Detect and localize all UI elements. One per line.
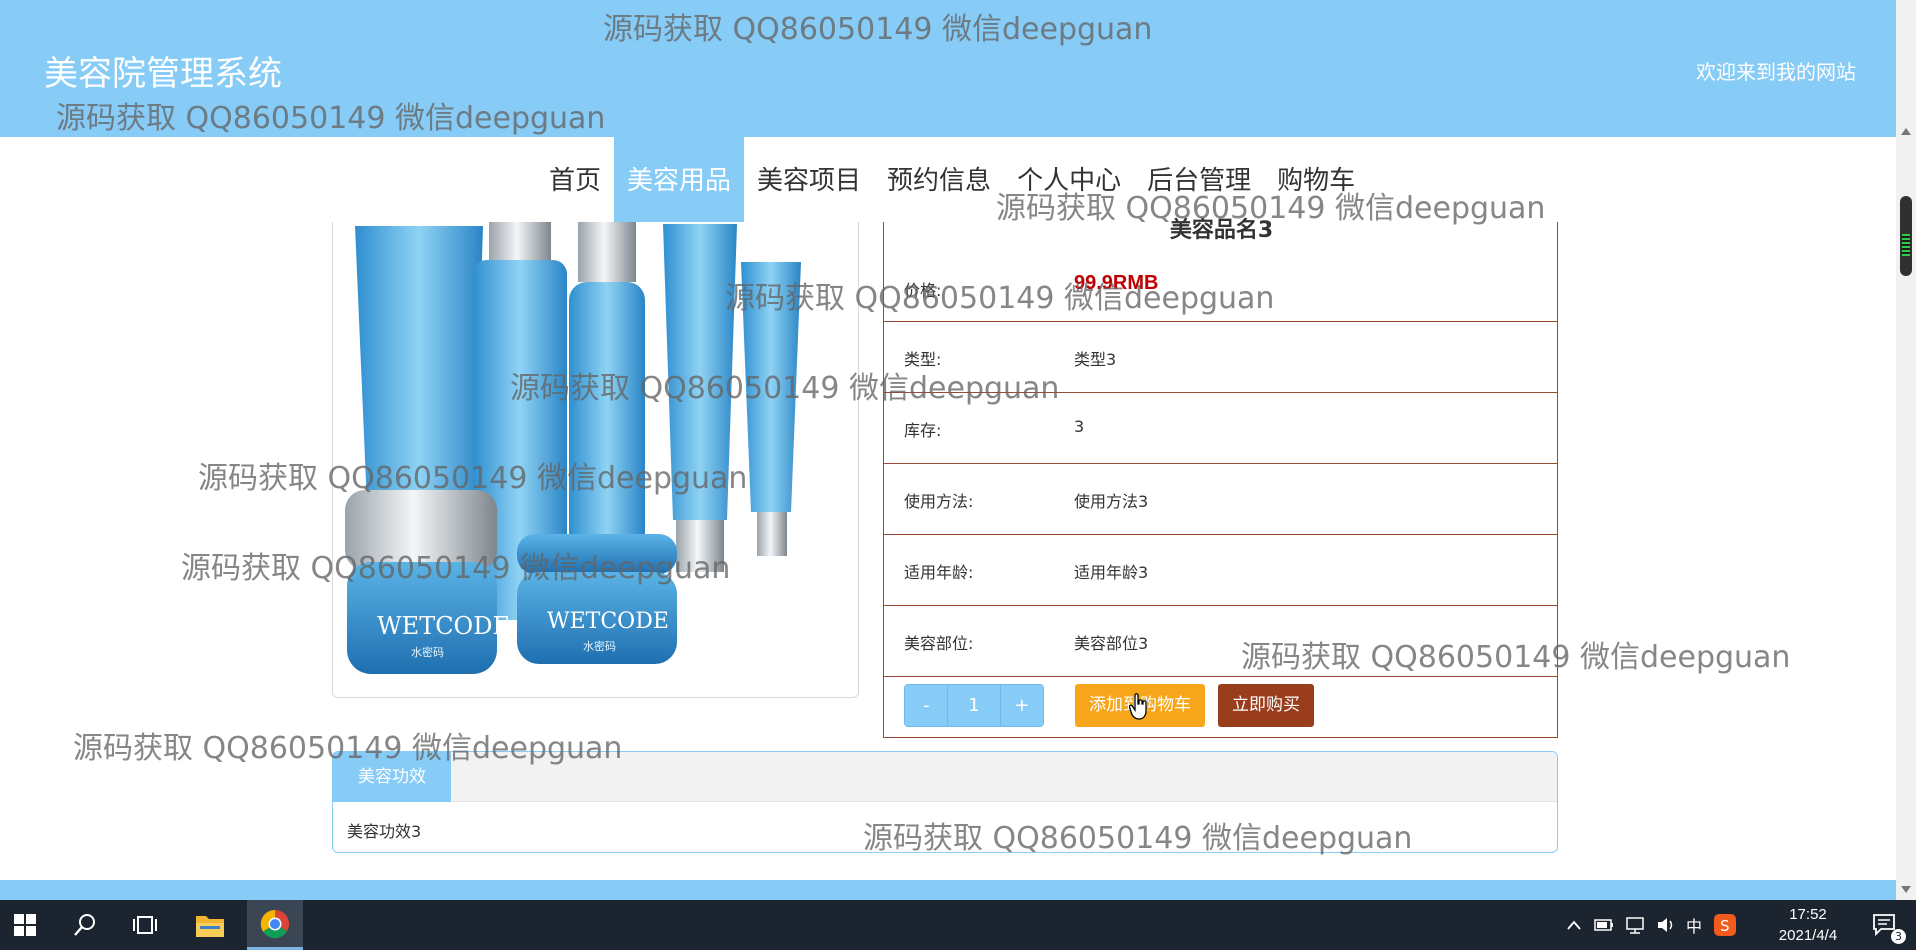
clock-time: 17:52	[1789, 906, 1827, 923]
age-value: 适用年龄3	[1074, 563, 1149, 582]
action-center-button[interactable]: 3	[1860, 900, 1910, 950]
effect-content: 美容功效3	[347, 822, 422, 841]
ime-indicator[interactable]: 中	[1686, 913, 1702, 937]
usage-value: 使用方法3	[1074, 492, 1149, 511]
effect-tab-panel: 美容功效 美容功效3	[332, 751, 1558, 853]
stock-value: 3	[1074, 417, 1085, 436]
svg-text:WETCODE: WETCODE	[377, 612, 510, 640]
part-value: 美容部位3	[1074, 634, 1149, 653]
nav-item-beauty-products[interactable]: 美容用品	[614, 137, 745, 225]
quantity-input[interactable]: 1	[947, 685, 1001, 726]
scroll-up-arrow-icon[interactable]	[1901, 128, 1911, 135]
type-label: 类型:	[904, 350, 942, 369]
quantity-plus-button[interactable]: +	[1000, 685, 1043, 726]
quantity-stepper: - 1 +	[904, 684, 1044, 727]
notification-count-badge: 3	[1891, 929, 1906, 944]
stock-row: 库存: 3	[884, 393, 1557, 464]
network-icon[interactable]	[1624, 916, 1646, 934]
effect-tab-bar: 美容功效	[333, 752, 1557, 802]
welcome-text: 欢迎来到我的网站	[1696, 60, 1856, 84]
nav-item-beauty-projects[interactable]: 美容项目	[744, 137, 874, 225]
usage-row: 使用方法: 使用方法3	[884, 464, 1557, 535]
product-image: WETCODE WETCODE 水密码 水密码	[332, 222, 859, 698]
site-title: 美容院管理系统	[44, 54, 282, 94]
tab-beauty-effect[interactable]: 美容功效	[333, 752, 451, 802]
part-row: 美容部位: 美容部位3	[884, 606, 1557, 677]
product-detail-panel: 美容品名3 价格: 99.9RMB 类型: 类型3 库存: 3 使用方法: 使用…	[883, 218, 1558, 738]
search-icon	[74, 914, 95, 936]
age-row: 适用年龄: 适用年龄3	[884, 535, 1557, 606]
age-label: 适用年龄:	[904, 563, 974, 582]
price-row: 价格: 99.9RMB	[884, 222, 1557, 322]
usage-label: 使用方法:	[904, 492, 974, 511]
type-value: 类型3	[1074, 350, 1117, 369]
buy-now-button[interactable]: 立即购买	[1218, 684, 1314, 727]
taskbar-clock[interactable]: 17:52 2021/4/4	[1768, 904, 1848, 946]
scrollbar-thumb[interactable]	[1900, 196, 1912, 276]
file-explorer-button[interactable]	[185, 900, 235, 950]
scrollbar-grip-icon	[1902, 234, 1910, 256]
folder-icon	[196, 916, 224, 937]
price-label: 价格:	[904, 281, 942, 300]
task-view-button[interactable]	[120, 900, 170, 950]
windows-logo-icon	[14, 914, 36, 936]
svg-text:S: S	[1720, 917, 1730, 935]
type-row: 类型: 类型3	[884, 322, 1557, 393]
svg-text:WETCODE: WETCODE	[547, 609, 669, 634]
browser-page: 美容院管理系统 欢迎来到我的网站 首页 美容用品 美容项目 预约信息 个人中心 …	[0, 0, 1896, 900]
chevron-up-icon[interactable]	[1566, 919, 1582, 931]
task-view-icon	[133, 916, 157, 934]
search-button[interactable]	[60, 900, 110, 950]
battery-icon[interactable]	[1594, 917, 1614, 933]
start-button[interactable]	[0, 900, 50, 950]
hand-cursor-icon	[1129, 693, 1147, 720]
page-scrollbar[interactable]	[1896, 0, 1916, 900]
clock-date: 2021/4/4	[1778, 927, 1838, 944]
svg-text:水密码: 水密码	[411, 645, 444, 659]
stock-label: 库存:	[904, 421, 942, 440]
svg-text:水密码: 水密码	[583, 639, 616, 653]
scroll-down-arrow-icon[interactable]	[1901, 886, 1911, 893]
chrome-taskbar-button[interactable]	[247, 900, 303, 950]
price-value: 99.9RMB	[1074, 272, 1159, 294]
nav-item-home[interactable]: 首页	[536, 137, 614, 225]
footer-strip	[0, 880, 1896, 900]
volume-icon[interactable]	[1656, 916, 1676, 934]
part-label: 美容部位:	[904, 634, 974, 653]
skincare-bottles-illustration: WETCODE WETCODE 水密码 水密码	[345, 222, 801, 674]
system-tray: 中 S	[1566, 900, 1766, 950]
sogou-ime-icon[interactable]: S	[1714, 914, 1737, 936]
windows-taskbar: 中 S 17:52 2021/4/4 3	[0, 900, 1916, 950]
chrome-icon	[260, 909, 289, 938]
quantity-minus-button[interactable]: -	[905, 685, 948, 726]
site-header: 美容院管理系统 欢迎来到我的网站	[0, 0, 1896, 137]
